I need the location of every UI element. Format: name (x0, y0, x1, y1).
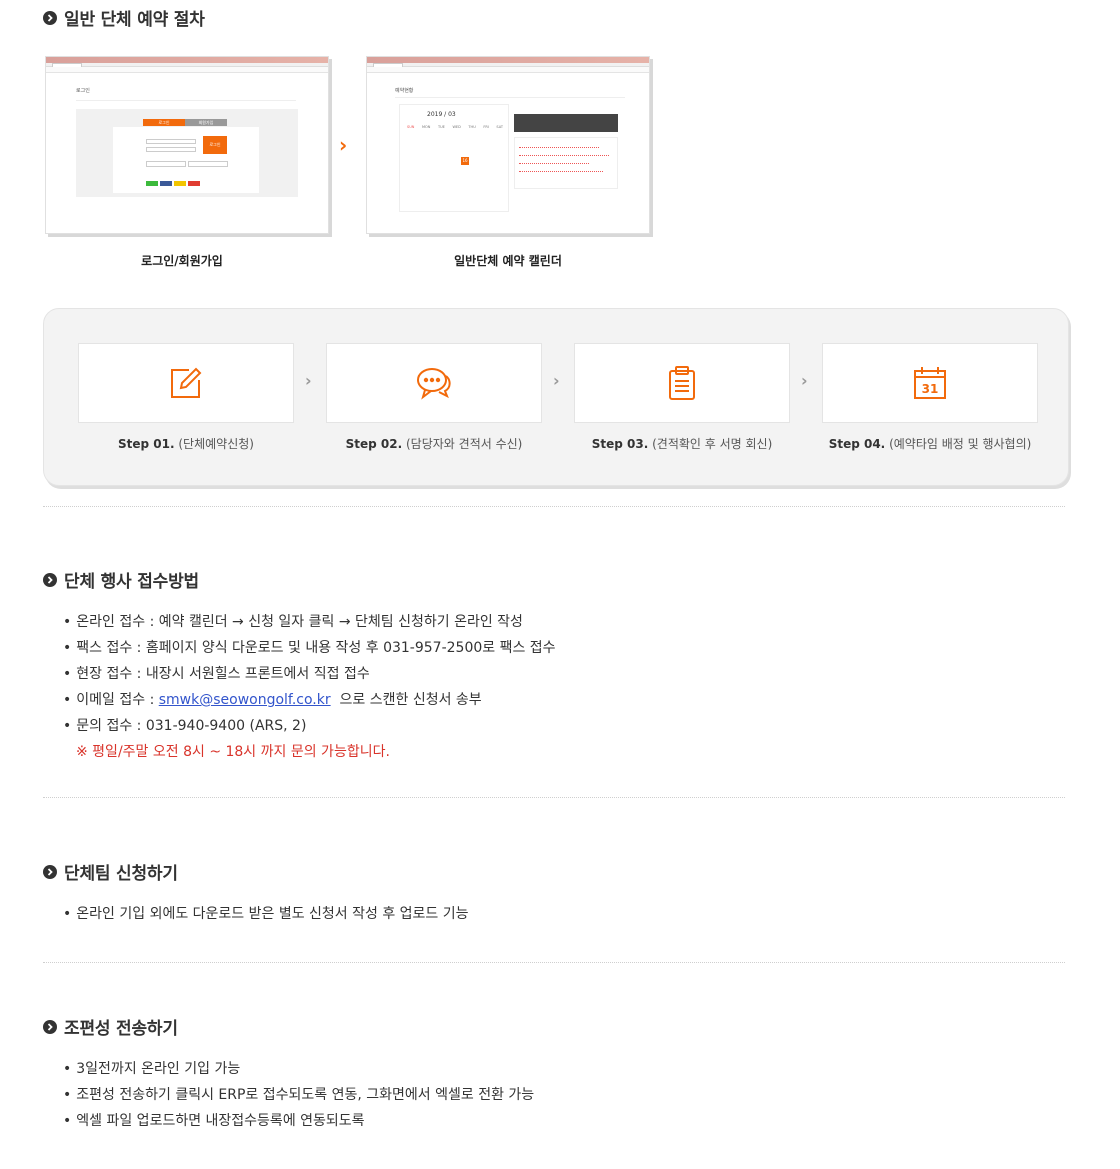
chevron-circle-icon (43, 864, 57, 879)
thumb-tab-join: 회원가입 (185, 119, 227, 126)
reception-list: 온라인 접수 : 예약 캘린더 → 신청 일자 클릭 → 단체팀 신청하기 온라… (63, 609, 556, 765)
chat-bubbles-icon (417, 368, 451, 400)
step-caption-01: Step 01. (단체예약신청) (118, 437, 254, 451)
calendar-screenshot: 예약현황 2019 / 03 SUN MON TUE WED THU FRI SAT 16 (366, 56, 650, 234)
step-card-04: 31 (822, 343, 1038, 423)
list-item-email: 이메일 접수 : smwk@seowongolf.co.kr 으로 스캔한 신청… (63, 687, 556, 713)
email-link[interactable]: smwk@seowongolf.co.kr (159, 692, 331, 708)
chevron-circle-icon (43, 1019, 57, 1034)
list-item: 조편성 전송하기 클릭시 ERP로 접수되도록 연동, 그화면에서 엑셀로 전환… (63, 1082, 534, 1108)
thumb-weekday: MON (421, 125, 431, 129)
thumb-page-title: 로그인 (76, 88, 90, 94)
thumb-tab-login: 로그인 (143, 119, 185, 126)
caption-calendar: 일반단체 예약 캘린더 (454, 254, 562, 268)
divider (43, 797, 1065, 798)
chevron-right-icon: › (801, 371, 808, 390)
list-item: 팩스 접수 : 홈페이지 양식 다운로드 및 내용 작성 후 031-957-2… (63, 635, 555, 661)
list-item: 온라인 기입 외에도 다운로드 받은 별도 신청서 작성 후 업로드 기능 (63, 901, 468, 927)
step-caption-04: Step 04. (예약타임 배정 및 행사협의) (828, 437, 1032, 451)
section-title-team-apply: 단체팀 신청하기 (43, 859, 178, 884)
section-title-roster: 조편성 전송하기 (43, 1014, 178, 1039)
list-item: 현장 접수 : 내장시 서원힐스 프론트에서 직접 접수 (63, 661, 556, 687)
chevron-right-icon: › (305, 371, 312, 390)
thumb-weekday: SUN (407, 125, 415, 129)
list-item: 문의 접수 : 031-940-9400 (ARS, 2) (63, 713, 556, 739)
svg-text:31: 31 (922, 382, 939, 396)
step-card-01 (78, 343, 294, 423)
step-caption-03: Step 03. (견적확인 후 서명 회신) (591, 437, 773, 451)
divider (43, 962, 1065, 963)
thumb-weekday: TUE (437, 125, 445, 129)
steps-panel: › › › 31 Step 01. (단체예약신청) Step 02. (담당자… (43, 308, 1069, 486)
thumb-month: 2019 / 03 (427, 111, 456, 118)
section-title-reception: 단체 행사 접수방법 (43, 567, 199, 592)
login-screenshot: 로그인 로그인 회원가입 로그인 (45, 56, 329, 234)
thumb-page-title: 예약현황 (395, 88, 414, 94)
step-caption-02: Step 02. (담당자와 견적서 수신) (345, 437, 523, 451)
chevron-circle-icon (43, 572, 57, 587)
notice-text: ※ 평일/주말 오전 8시 ~ 18시 까지 문의 가능합니다. (76, 744, 390, 760)
list-item: 엑셀 파일 업로드하면 내장접수등록에 연동되도록 (63, 1108, 534, 1134)
thumb-weekday: WED (452, 125, 461, 129)
thumb-weekday: THU (468, 125, 476, 129)
divider (43, 506, 1065, 507)
step-card-03 (574, 343, 790, 423)
calendar-icon: 31 (914, 367, 946, 399)
thumb-submit: 로그인 (203, 136, 227, 154)
step-card-02 (326, 343, 542, 423)
thumb-today: 16 (461, 157, 469, 165)
section-title-procedure: 일반 단체 예약 절차 (43, 5, 205, 30)
pencil-edit-icon (171, 367, 202, 398)
team-apply-list: 온라인 기입 외에도 다운로드 받은 별도 신청서 작성 후 업로드 기능 (63, 901, 468, 927)
chevron-circle-icon (43, 10, 57, 25)
thumb-weekday: SAT (496, 125, 503, 129)
roster-list: 3일전까지 온라인 기입 가능 조편성 전송하기 클릭시 ERP로 접수되도록 … (63, 1056, 534, 1134)
list-item: 3일전까지 온라인 기입 가능 (63, 1056, 534, 1082)
chevron-right-icon: › (339, 133, 348, 157)
caption-login: 로그인/회원가입 (141, 254, 223, 268)
chevron-right-icon: › (553, 371, 560, 390)
list-item: 온라인 접수 : 예약 캘린더 → 신청 일자 클릭 → 단체팀 신청하기 온라… (63, 609, 556, 635)
thumb-weekdays: SUN MON TUE WED THU FRI SAT (407, 125, 503, 129)
thumb-weekday: FRI (483, 125, 489, 129)
clipboard-icon (669, 366, 695, 400)
